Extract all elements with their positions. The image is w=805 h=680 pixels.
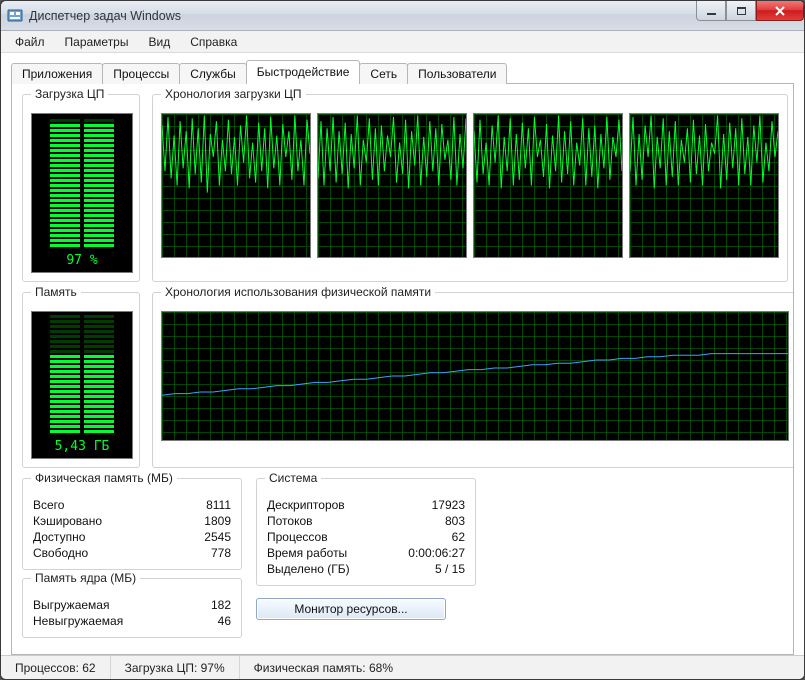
kernel-nonpaged-label: Невыгружаемая: [33, 614, 123, 628]
sys-procs-label: Процессов: [267, 530, 328, 544]
system-title: Система: [265, 471, 321, 485]
sys-procs-value: 62: [452, 530, 465, 544]
kernel-mem-title: Память ядра (МБ): [31, 571, 140, 585]
cpu-history-group: Хронология загрузки ЦП: [152, 94, 788, 282]
sys-uptime-label: Время работы: [267, 546, 347, 560]
sys-handles-value: 17923: [432, 498, 465, 512]
task-manager-window: Диспетчер задач Windows Файл Параметры В…: [0, 0, 805, 680]
phys-avail-label: Доступно: [33, 530, 85, 544]
resource-monitor-button[interactable]: Монитор ресурсов...: [256, 598, 446, 620]
menu-parameters[interactable]: Параметры: [57, 33, 137, 51]
content-area: Приложения Процессы Службы Быстродействи…: [1, 53, 804, 655]
mem-meter: 5,43 ГБ: [31, 311, 133, 459]
cpu-meter-value: 97 %: [66, 253, 97, 268]
sys-uptime-value: 0:00:06:27: [408, 546, 465, 560]
phys-total-label: Всего: [33, 498, 64, 512]
sys-threads-label: Потоков: [267, 514, 313, 528]
phys-avail-value: 2545: [204, 530, 231, 544]
performance-panel: Загрузка ЦП 97 % Хронология загрузки ЦП: [11, 84, 794, 655]
cpu-meter: 97 %: [31, 113, 133, 273]
menu-help[interactable]: Справка: [182, 33, 245, 51]
phys-cached-value: 1809: [204, 514, 231, 528]
kernel-paged-value: 182: [211, 598, 231, 612]
cpu-history-core-2: [317, 113, 467, 258]
mem-history-chart: [161, 311, 789, 441]
minimize-button[interactable]: [696, 1, 726, 21]
phys-cached-label: Кэшировано: [33, 514, 102, 528]
menubar: Файл Параметры Вид Справка: [1, 31, 804, 53]
cpu-meter-title: Загрузка ЦП: [31, 87, 108, 101]
cpu-meter-group: Загрузка ЦП 97 %: [22, 94, 140, 282]
menu-file[interactable]: Файл: [7, 33, 53, 51]
status-cpu: Загрузка ЦП: 97%: [111, 656, 240, 679]
menu-view[interactable]: Вид: [140, 33, 178, 51]
system-group: Система Дескрипторов17923 Потоков803 Про…: [256, 478, 476, 586]
phys-mem-group: Физическая память (МБ) Всего8111 Кэширов…: [22, 478, 242, 570]
close-button[interactable]: [756, 1, 804, 21]
kernel-mem-group: Память ядра (МБ) Выгружаемая182 Невыгруж…: [22, 578, 242, 638]
tab-performance[interactable]: Быстродействие: [246, 60, 361, 83]
sys-handles-label: Дескрипторов: [267, 498, 345, 512]
mem-meter-group: Память 5,43 ГБ: [22, 292, 140, 468]
status-mem: Физическая память: 68%: [240, 656, 407, 679]
phys-total-value: 8111: [206, 498, 231, 512]
phys-mem-title: Физическая память (МБ): [31, 471, 177, 485]
kernel-paged-label: Выгружаемая: [33, 598, 109, 612]
phys-free-label: Свободно: [33, 546, 88, 560]
mem-history-title: Хронология использования физической памя…: [161, 285, 435, 299]
close-icon: [774, 5, 786, 17]
mem-meter-value: 5,43 ГБ: [55, 439, 110, 454]
titlebar[interactable]: Диспетчер задач Windows: [1, 1, 804, 31]
cpu-history-core-4: [629, 113, 779, 258]
sys-threads-value: 803: [445, 514, 465, 528]
app-icon: [7, 8, 23, 24]
maximize-button[interactable]: [726, 1, 756, 21]
cpu-history-title: Хронология загрузки ЦП: [161, 87, 306, 101]
tab-users[interactable]: Пользователи: [407, 63, 507, 84]
window-title: Диспетчер задач Windows: [29, 9, 181, 23]
mem-meter-title: Память: [31, 285, 81, 299]
kernel-nonpaged-value: 46: [218, 614, 231, 628]
phys-free-value: 778: [211, 546, 231, 560]
tabstrip: Приложения Процессы Службы Быстродействи…: [11, 61, 794, 84]
window-controls: [696, 1, 804, 21]
mem-history-group: Хронология использования физической памя…: [152, 292, 794, 468]
tab-applications[interactable]: Приложения: [11, 63, 103, 84]
sys-commit-value: 5 / 15: [435, 562, 465, 576]
status-processes: Процессов: 62: [1, 656, 111, 679]
tab-processes[interactable]: Процессы: [102, 63, 180, 84]
sys-commit-label: Выделено (ГБ): [267, 562, 350, 576]
tab-network[interactable]: Сеть: [359, 63, 408, 84]
cpu-history-core-3: [473, 113, 623, 258]
statusbar: Процессов: 62 Загрузка ЦП: 97% Физическа…: [1, 655, 804, 679]
cpu-history-core-1: [161, 113, 311, 258]
tab-services[interactable]: Службы: [179, 63, 246, 84]
